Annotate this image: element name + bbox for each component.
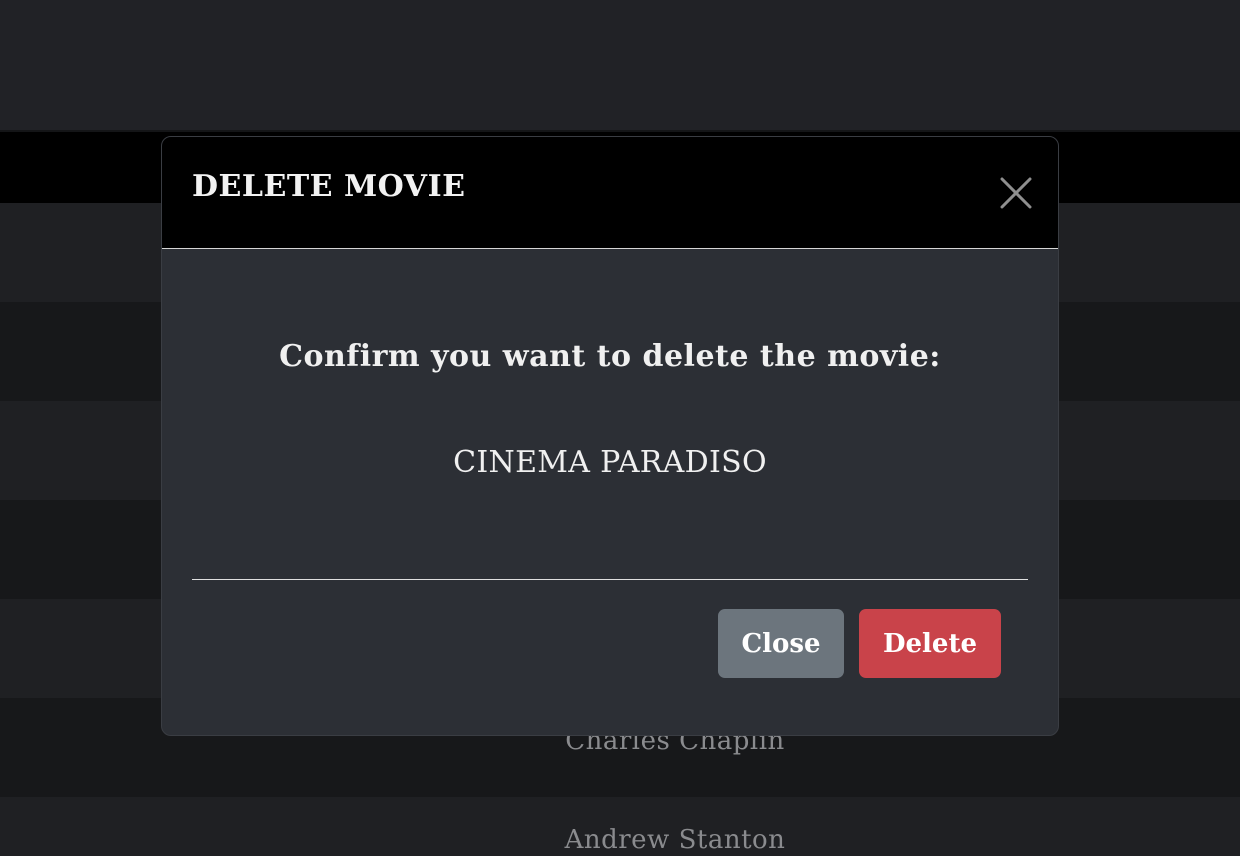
footer-divider [192, 579, 1028, 580]
movie-title: CINEMA PARADISO [453, 445, 767, 480]
close-button[interactable]: Close [718, 609, 844, 678]
delete-movie-modal: DELETE MOVIE Confirm you want to delete … [161, 136, 1059, 736]
confirm-message: Confirm you want to delete the movie: [279, 339, 941, 374]
modal-body: Confirm you want to delete the movie: CI… [162, 249, 1058, 579]
delete-button[interactable]: Delete [859, 609, 1001, 678]
page: Charles Chaplin Andrew Stanton DELETE MO… [0, 0, 1240, 856]
modal-header: DELETE MOVIE [162, 137, 1058, 249]
modal-title: DELETE MOVIE [192, 169, 466, 204]
close-icon[interactable] [998, 175, 1034, 211]
